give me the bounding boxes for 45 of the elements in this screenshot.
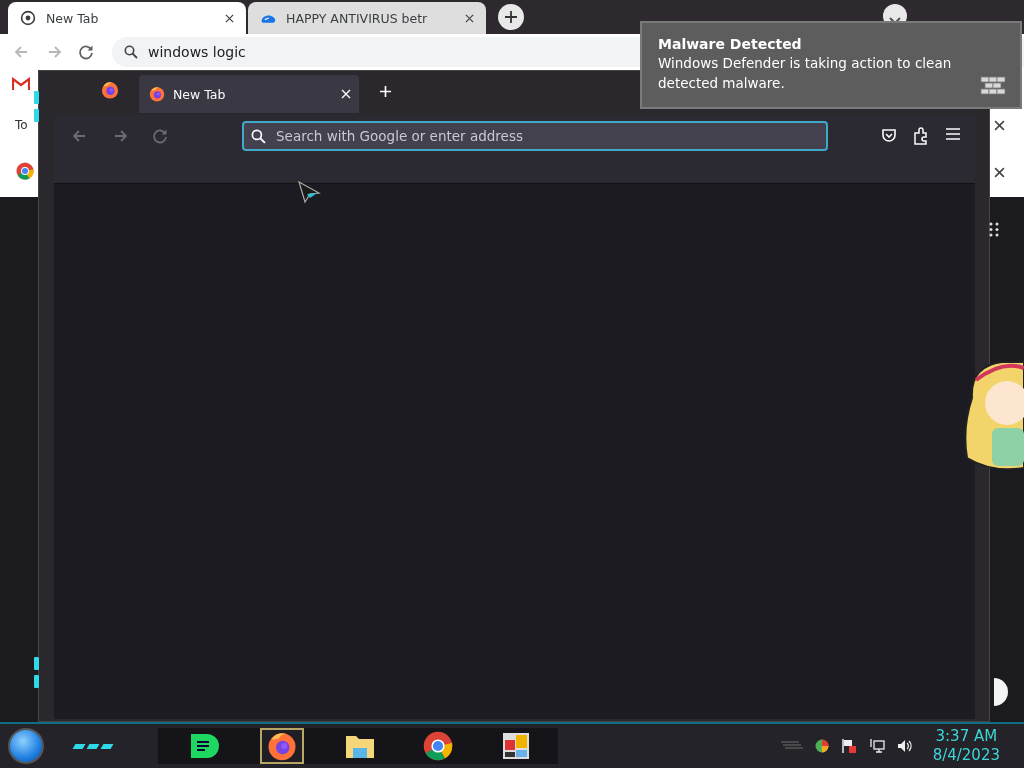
- grip-icon: [989, 222, 999, 237]
- accent-light: [34, 675, 39, 688]
- clock-time: 3:37 AM: [935, 727, 998, 746]
- firefox-icon: [267, 731, 297, 761]
- address-text: windows logic: [148, 44, 246, 60]
- puzzle-icon[interactable]: [913, 127, 929, 145]
- pie-chart-icon[interactable]: [814, 739, 829, 753]
- firefox-icon: [149, 86, 165, 102]
- close-icon[interactable]: [994, 120, 1005, 131]
- tiles-icon: [502, 732, 530, 760]
- accent-light: [34, 91, 39, 104]
- speaker-icon[interactable]: [896, 739, 913, 753]
- close-icon[interactable]: [465, 13, 474, 23]
- clock[interactable]: 3:37 AM 8/4/2023: [932, 727, 1000, 765]
- search-icon: [124, 45, 138, 59]
- flag-icon[interactable]: [840, 738, 857, 754]
- browser-tab[interactable]: New Tab: [139, 75, 359, 113]
- browser-tab[interactable]: New Tab: [8, 2, 246, 34]
- notification-card[interactable]: Malware Detected Windows Defender is taking action to clean detected malware.: [640, 21, 1022, 109]
- search-field[interactable]: Search with Google or enter address: [242, 121, 828, 151]
- wall-icon: [980, 75, 1006, 97]
- bookmark-text: To: [15, 118, 28, 132]
- notification-title: Malware Detected: [658, 36, 803, 52]
- network-icon[interactable]: [868, 738, 885, 754]
- accent-light: [74, 743, 112, 749]
- close-icon[interactable]: [225, 13, 234, 23]
- menu-icon[interactable]: [945, 127, 961, 141]
- plus-icon[interactable]: [379, 84, 392, 98]
- mail-icon[interactable]: [12, 77, 30, 91]
- start-button[interactable]: [8, 728, 44, 764]
- grip-icon: [780, 741, 803, 751]
- notes-icon: [189, 732, 219, 760]
- close-icon[interactable]: [994, 167, 1005, 178]
- accent-light: [34, 109, 39, 122]
- chrome-icon: [16, 162, 34, 180]
- chrome-icon: [423, 731, 453, 761]
- plus-icon: [504, 10, 518, 24]
- clock-date: 8/4/2023: [932, 746, 1000, 765]
- new-tab-button[interactable]: [498, 4, 524, 30]
- pocket-icon[interactable]: [881, 127, 897, 143]
- taskbar-app-button[interactable]: [260, 728, 304, 764]
- accent-light: [34, 657, 39, 670]
- browser-tab[interactable]: HAPPY ANTIVIRUS betr: [248, 2, 486, 34]
- firefox-icon: [101, 81, 119, 99]
- chrome-icon: [20, 10, 36, 26]
